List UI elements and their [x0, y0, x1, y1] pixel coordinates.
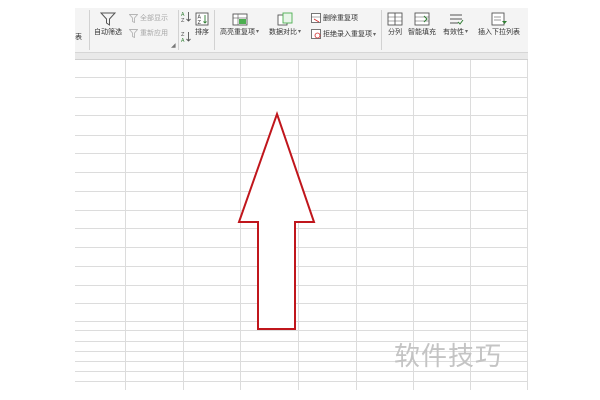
annotation-overlay	[237, 110, 316, 330]
up-arrow-icon	[237, 110, 316, 330]
watermark: 软件技巧	[394, 342, 503, 372]
